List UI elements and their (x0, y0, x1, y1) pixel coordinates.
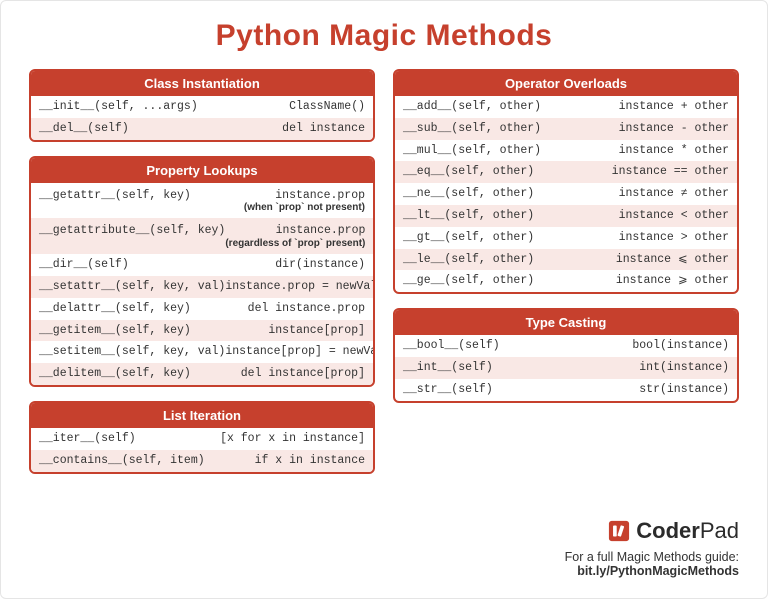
method-signature: __init__(self, ...args) (39, 100, 198, 114)
method-signature: __delitem__(self, key) (39, 367, 191, 381)
card-header: List Iteration (31, 403, 373, 428)
table-row: __ne__(self, other) instance ≠ other (395, 183, 737, 205)
usage-text: instance.prop (275, 189, 365, 202)
method-signature: __gt__(self, other) (403, 231, 534, 245)
method-signature: __dir__(self) (39, 258, 129, 272)
table-row: __getitem__(self, key) instance[prop] (31, 320, 373, 342)
table-row: __sub__(self, other) instance - other (395, 118, 737, 140)
method-signature: __getattribute__(self, key) (39, 224, 225, 238)
method-usage: if x in instance (205, 454, 365, 468)
table-row: __contains__(self, item) if x in instanc… (31, 450, 373, 472)
method-usage: del instance (129, 122, 365, 136)
brand-name: CoderPad (636, 518, 739, 544)
left-column: Class Instantiation __init__(self, ...ar… (29, 69, 375, 488)
method-signature: __mul__(self, other) (403, 144, 541, 158)
footer-caption: For a full Magic Methods guide: (399, 550, 739, 564)
method-signature: __contains__(self, item) (39, 454, 205, 468)
method-signature: __setattr__(self, key, val) (39, 280, 225, 294)
usage-note: (regardless of `prop` present) (225, 238, 365, 250)
brand-bold: Coder (636, 518, 700, 543)
method-usage: int(instance) (493, 361, 729, 375)
footer: CoderPad For a full Magic Methods guide:… (399, 518, 739, 578)
method-usage: instance > other (534, 231, 729, 245)
method-signature: __del__(self) (39, 122, 129, 136)
card-operator-overloads: Operator Overloads __add__(self, other) … (393, 69, 739, 294)
page-title: Python Magic Methods (29, 19, 739, 53)
method-usage: instance ⩽ other (534, 253, 729, 267)
method-usage: bool(instance) (500, 339, 729, 353)
method-usage: instance + other (541, 100, 729, 114)
card-list-iteration: List Iteration __iter__(self) [x for x i… (29, 401, 375, 474)
method-usage: instance.prop (regardless of `prop` pres… (225, 224, 365, 250)
method-usage: instance ⩾ other (534, 274, 729, 288)
method-usage: instance.prop = newVal (225, 280, 375, 294)
method-usage: instance ≠ other (534, 187, 729, 201)
card-header: Type Casting (395, 310, 737, 335)
table-row: __del__(self) del instance (31, 118, 373, 140)
method-usage: str(instance) (493, 383, 729, 397)
card-class-instantiation: Class Instantiation __init__(self, ...ar… (29, 69, 375, 142)
card-header: Property Lookups (31, 158, 373, 183)
table-row: __getattr__(self, key) instance.prop (wh… (31, 183, 373, 219)
method-signature: __ne__(self, other) (403, 187, 534, 201)
method-signature: __iter__(self) (39, 432, 136, 446)
method-usage: dir(instance) (129, 258, 365, 272)
brand-light: Pad (700, 518, 739, 543)
table-row: __ge__(self, other) instance ⩾ other (395, 270, 737, 292)
table-row: __lt__(self, other) instance < other (395, 205, 737, 227)
card-header: Operator Overloads (395, 71, 737, 96)
table-row: __init__(self, ...args) ClassName() (31, 96, 373, 118)
method-signature: __setitem__(self, key, val) (39, 345, 225, 359)
method-signature: __le__(self, other) (403, 253, 534, 267)
usage-note: (when `prop` not present) (191, 202, 365, 214)
columns: Class Instantiation __init__(self, ...ar… (29, 69, 739, 488)
method-signature: __int__(self) (403, 361, 493, 375)
cheatsheet-page: Python Magic Methods Class Instantiation… (0, 0, 768, 599)
method-usage: instance[prop] = newVal (225, 345, 375, 359)
method-usage: instance * other (541, 144, 729, 158)
table-row: __delitem__(self, key) del instance[prop… (31, 363, 373, 385)
footer-link: bit.ly/PythonMagicMethods (399, 564, 739, 578)
method-usage: del instance.prop (191, 302, 365, 316)
method-signature: __add__(self, other) (403, 100, 541, 114)
method-signature: __lt__(self, other) (403, 209, 534, 223)
table-row: __setattr__(self, key, val) instance.pro… (31, 276, 373, 298)
table-row: __add__(self, other) instance + other (395, 96, 737, 118)
usage-text: instance.prop (276, 224, 366, 237)
method-signature: __eq__(self, other) (403, 165, 534, 179)
method-usage: ClassName() (198, 100, 365, 114)
table-row: __str__(self) str(instance) (395, 379, 737, 401)
table-row: __eq__(self, other) instance == other (395, 161, 737, 183)
coderpad-logo-icon (608, 520, 630, 542)
card-header: Class Instantiation (31, 71, 373, 96)
method-usage: [x for x in instance] (136, 432, 365, 446)
method-signature: __bool__(self) (403, 339, 500, 353)
table-row: __gt__(self, other) instance > other (395, 227, 737, 249)
table-row: __bool__(self) bool(instance) (395, 335, 737, 357)
method-signature: __delattr__(self, key) (39, 302, 191, 316)
brand: CoderPad (399, 518, 739, 544)
method-signature: __getitem__(self, key) (39, 324, 191, 338)
table-row: __int__(self) int(instance) (395, 357, 737, 379)
table-row: __mul__(self, other) instance * other (395, 140, 737, 162)
table-row: __delattr__(self, key) del instance.prop (31, 298, 373, 320)
table-row: __le__(self, other) instance ⩽ other (395, 249, 737, 271)
method-usage: instance[prop] (191, 324, 365, 338)
method-usage: instance < other (534, 209, 729, 223)
table-row: __getattribute__(self, key) instance.pro… (31, 218, 373, 254)
method-signature: __ge__(self, other) (403, 274, 534, 288)
method-usage: instance == other (534, 165, 729, 179)
right-column: Operator Overloads __add__(self, other) … (393, 69, 739, 488)
table-row: __iter__(self) [x for x in instance] (31, 428, 373, 450)
table-row: __setitem__(self, key, val) instance[pro… (31, 341, 373, 363)
method-signature: __sub__(self, other) (403, 122, 541, 136)
card-type-casting: Type Casting __bool__(self) bool(instanc… (393, 308, 739, 402)
method-usage: instance.prop (when `prop` not present) (191, 189, 365, 215)
method-usage: instance - other (541, 122, 729, 136)
method-signature: __str__(self) (403, 383, 493, 397)
method-signature: __getattr__(self, key) (39, 189, 191, 203)
table-row: __dir__(self) dir(instance) (31, 254, 373, 276)
method-usage: del instance[prop] (191, 367, 365, 381)
card-property-lookups: Property Lookups __getattr__(self, key) … (29, 156, 375, 387)
